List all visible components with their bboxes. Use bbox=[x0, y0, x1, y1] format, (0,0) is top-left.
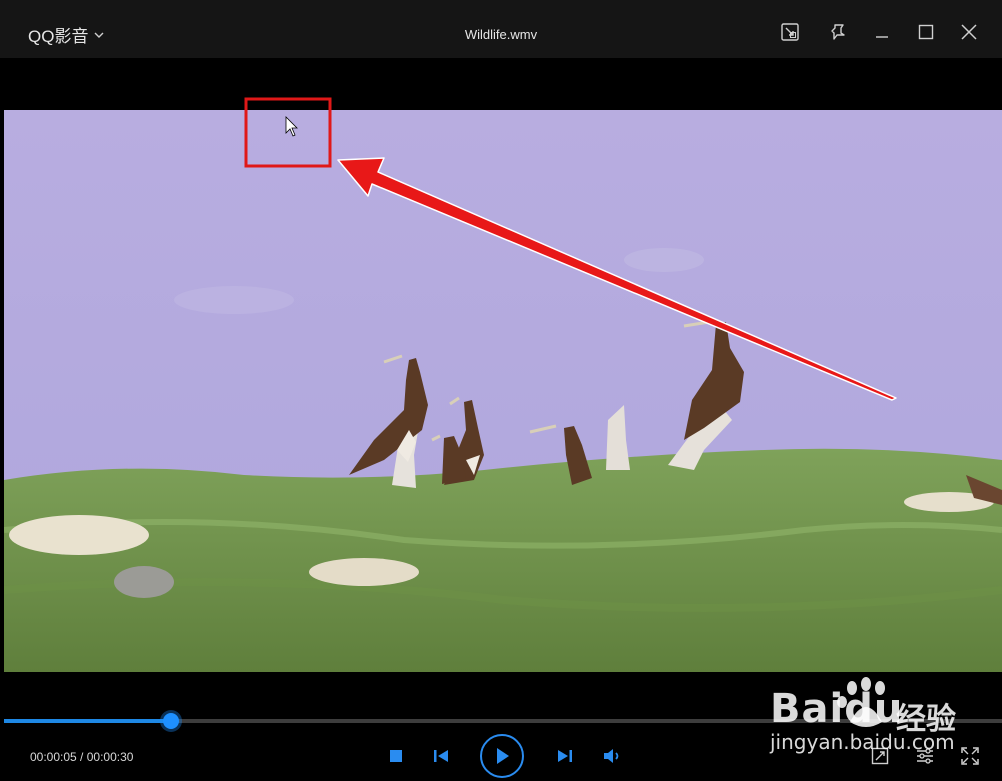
time-display: 00:00:05 / 00:00:30 bbox=[30, 750, 133, 764]
watermark-url: jingyan.baidu.com bbox=[770, 730, 955, 754]
pin-button[interactable] bbox=[824, 18, 852, 46]
close-button[interactable] bbox=[955, 18, 983, 46]
maximize-icon bbox=[918, 24, 934, 40]
next-button[interactable] bbox=[554, 745, 576, 767]
video-frame[interactable] bbox=[4, 110, 1002, 672]
skip-previous-icon bbox=[434, 750, 448, 762]
minimize-button[interactable] bbox=[868, 18, 896, 46]
volume-button[interactable] bbox=[600, 745, 624, 767]
baidu-jingyan-watermark: Baidu 经验 jingyan.baidu.com bbox=[770, 672, 1000, 776]
mini-mode-button[interactable] bbox=[776, 18, 804, 46]
time-separator: / bbox=[76, 750, 87, 764]
seek-bar-fill bbox=[4, 719, 171, 723]
current-time: 00:00:05 bbox=[30, 750, 77, 764]
stop-button[interactable] bbox=[386, 746, 406, 766]
stop-icon bbox=[390, 750, 402, 762]
previous-button[interactable] bbox=[430, 745, 452, 767]
volume-icon bbox=[604, 749, 619, 763]
skip-next-icon bbox=[558, 750, 572, 762]
title-bar: QQ影音 Wildlife.wmv bbox=[0, 0, 1002, 58]
total-time: 00:00:30 bbox=[86, 750, 134, 764]
close-icon bbox=[961, 24, 977, 40]
play-icon bbox=[497, 748, 509, 764]
watermark-brand: Baidu bbox=[770, 686, 904, 732]
pin-icon bbox=[831, 24, 845, 40]
minimize-icon bbox=[876, 36, 888, 38]
play-button[interactable] bbox=[480, 734, 524, 778]
video-scene bbox=[4, 110, 1002, 672]
maximize-button[interactable] bbox=[912, 18, 940, 46]
mini-mode-icon bbox=[781, 23, 799, 41]
seek-bar-handle[interactable] bbox=[162, 713, 179, 729]
